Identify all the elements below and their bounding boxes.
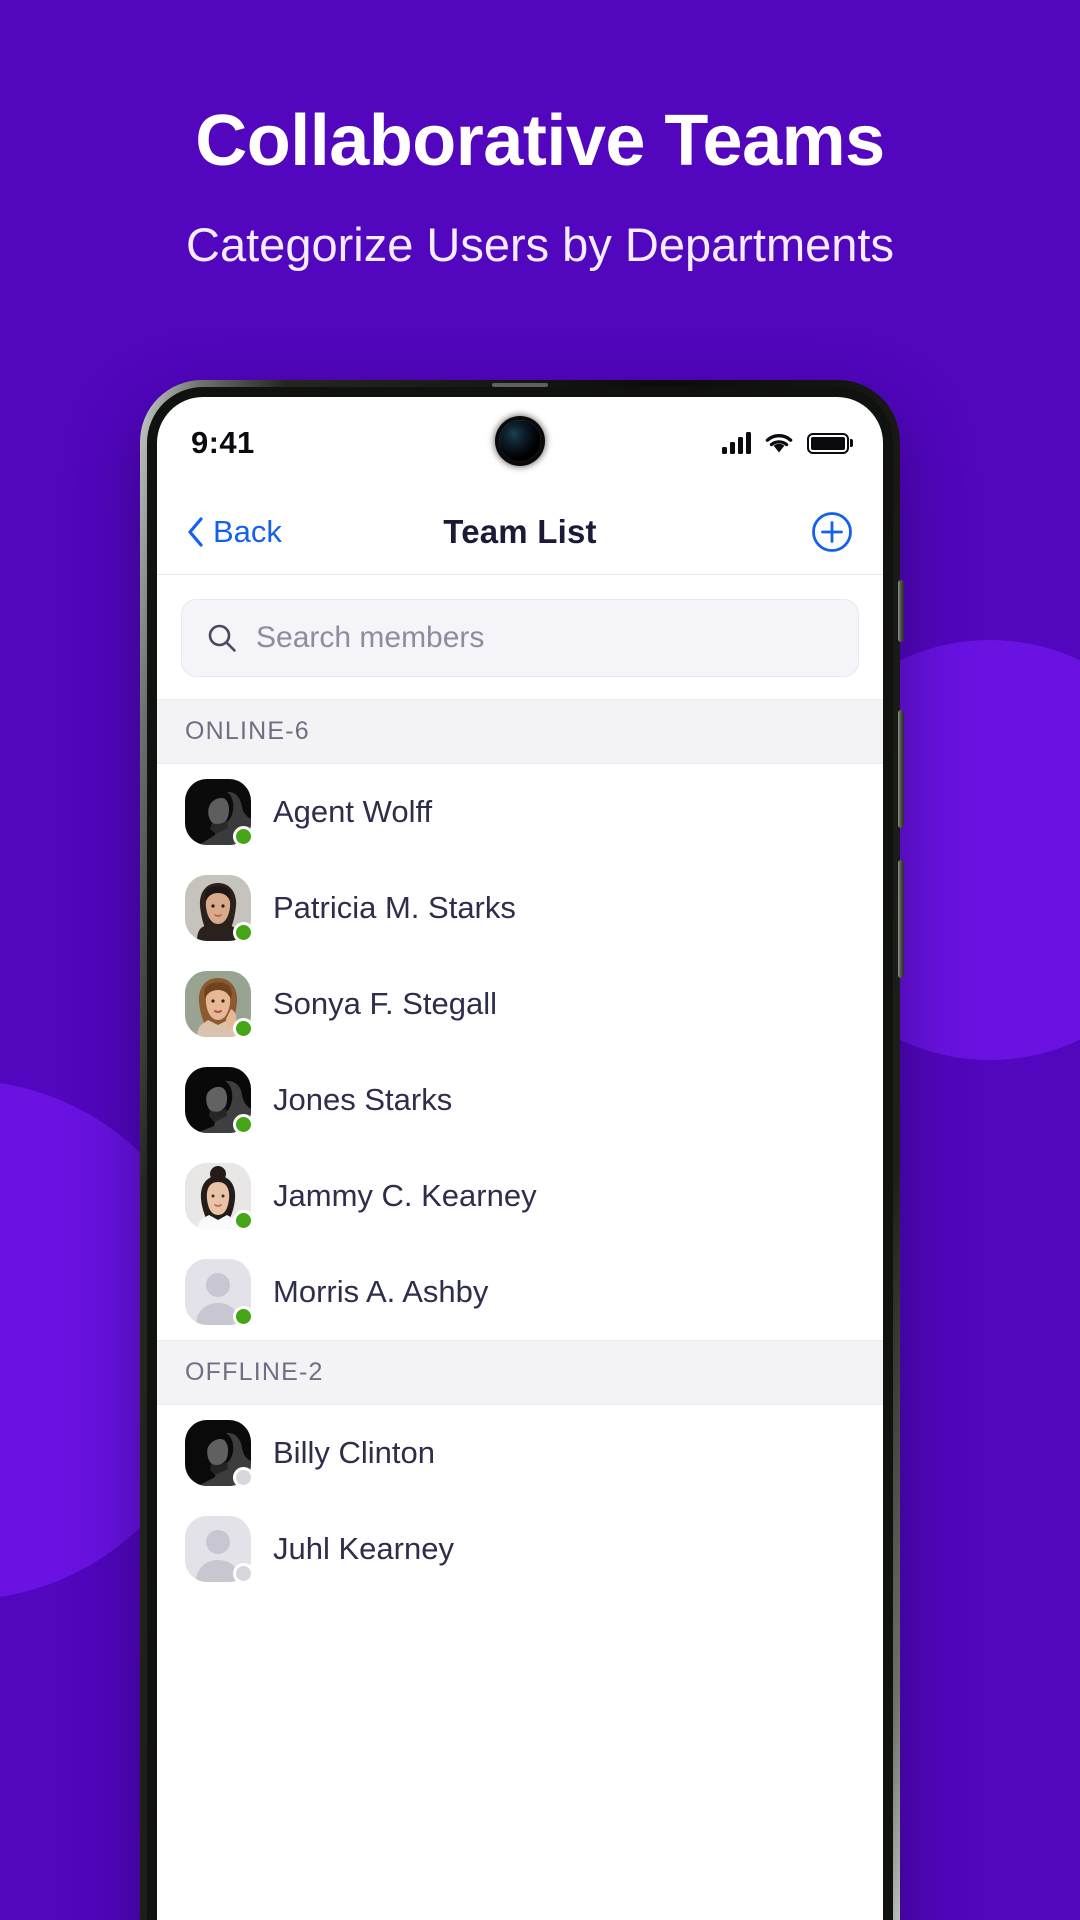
phone-mockup: 9:41 Back Team List Search members ONLIN… xyxy=(140,380,904,1920)
status-badge-offline xyxy=(233,1467,254,1488)
avatar xyxy=(185,1067,254,1135)
status-badge-offline xyxy=(233,1563,254,1584)
status-time: 9:41 xyxy=(191,425,255,460)
avatar xyxy=(185,1163,254,1231)
member-row[interactable]: Billy Clinton xyxy=(157,1405,883,1501)
member-name: Sonya F. Stegall xyxy=(273,986,498,1021)
status-icons xyxy=(722,432,849,454)
avatar xyxy=(185,875,254,943)
member-row[interactable]: Juhl Kearney xyxy=(157,1501,883,1597)
navigation-bar: Back Team List xyxy=(157,489,883,575)
status-badge-online xyxy=(233,1018,254,1039)
chevron-left-icon xyxy=(188,516,203,547)
member-row[interactable]: Sonya F. Stegall xyxy=(157,956,883,1052)
promo-block: Collaborative Teams Categorize Users by … xyxy=(0,0,1080,275)
member-name: Patricia M. Starks xyxy=(273,890,516,925)
avatar xyxy=(185,1259,254,1327)
member-list: ONLINE-6 Agent Wolff Patricia M. Starks Son… xyxy=(157,699,883,1597)
battery-full-icon xyxy=(807,432,849,454)
status-badge-online xyxy=(233,1210,254,1231)
status-badge-online xyxy=(233,1306,254,1327)
wifi-icon xyxy=(765,434,793,453)
section-header-online: ONLINE-6 xyxy=(157,699,883,764)
avatar xyxy=(185,1516,254,1584)
member-name: Jammy C. Kearney xyxy=(273,1178,537,1213)
search-placeholder: Search members xyxy=(256,621,485,654)
status-badge-online xyxy=(233,826,254,847)
status-badge-online xyxy=(233,922,254,943)
front-camera-icon xyxy=(499,420,541,462)
volume-up-button[interactable] xyxy=(898,710,904,828)
search-section: Search members xyxy=(157,575,883,699)
promo-title: Collaborative Teams xyxy=(195,101,885,181)
member-name: Agent Wolff xyxy=(273,794,433,829)
search-input[interactable]: Search members xyxy=(181,599,859,677)
avatar xyxy=(185,971,254,1039)
status-bar: 9:41 xyxy=(157,397,883,489)
avatar xyxy=(185,779,254,847)
back-button[interactable]: Back xyxy=(187,514,282,550)
member-name: Jones Starks xyxy=(273,1082,453,1117)
status-badge-online xyxy=(233,1114,254,1135)
power-button[interactable] xyxy=(898,580,904,642)
back-button-label: Back xyxy=(213,513,282,549)
member-row[interactable]: Patricia M. Starks xyxy=(157,860,883,956)
search-icon xyxy=(208,624,236,652)
section-header-offline: OFFLINE-2 xyxy=(157,1340,883,1405)
member-row[interactable]: Morris A. Ashby xyxy=(157,1244,883,1340)
phone-screen: 9:41 Back Team List Search members ONLIN… xyxy=(157,397,883,1920)
promo-subtitle: Categorize Users by Departments xyxy=(186,217,894,271)
plus-circle-icon xyxy=(812,511,852,552)
avatar xyxy=(185,1420,254,1488)
member-row[interactable]: Jammy C. Kearney xyxy=(157,1148,883,1244)
member-name: Juhl Kearney xyxy=(273,1531,454,1566)
member-row[interactable]: Agent Wolff xyxy=(157,764,883,860)
member-name: Morris A. Ashby xyxy=(273,1274,489,1309)
page-title: Team List xyxy=(443,512,597,550)
member-name: Billy Clinton xyxy=(273,1435,435,1470)
add-member-button[interactable] xyxy=(811,511,853,553)
signal-bars-icon xyxy=(722,432,751,454)
volume-down-button[interactable] xyxy=(898,860,904,978)
member-row[interactable]: Jones Starks xyxy=(157,1052,883,1148)
